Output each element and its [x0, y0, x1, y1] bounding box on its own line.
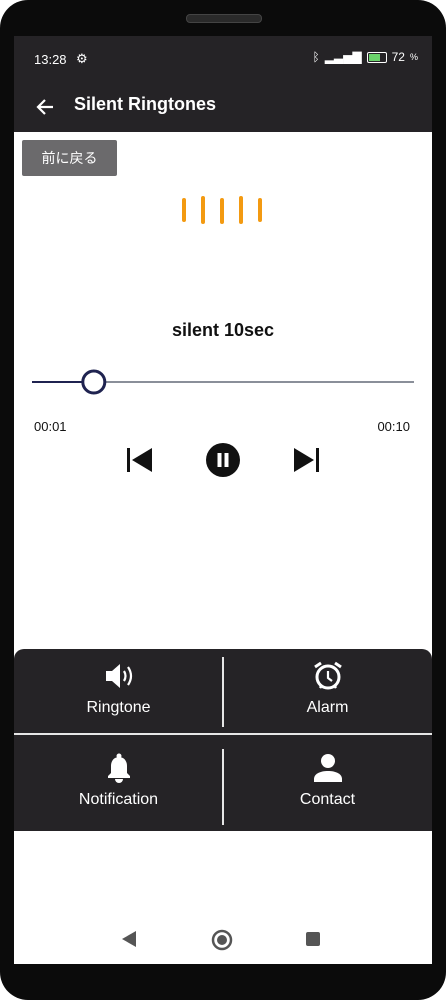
contact-label: Contact	[299, 791, 356, 808]
skip-previous-icon	[127, 448, 152, 472]
next-track-button[interactable]	[290, 440, 324, 480]
pause-button[interactable]	[203, 440, 243, 480]
seek-slider[interactable]	[32, 366, 414, 396]
signal-icon: ▂▃▅▇	[324, 50, 362, 64]
phone-frame: 13:28 ⚙ ᛒ ▂▃▅▇ 72% Silent Ringtones 前に戻る…	[0, 0, 446, 1000]
gear-icon: ⚙	[76, 51, 88, 66]
set-contact-button[interactable]: Contact	[223, 741, 432, 831]
speaker-icon	[104, 661, 134, 691]
nav-home-icon[interactable]	[211, 929, 233, 951]
time-total: 00:10	[377, 419, 410, 434]
set-ringtone-button[interactable]: Ringtone	[14, 649, 223, 739]
app-bar: Silent Ringtones	[14, 82, 432, 132]
set-as-panel: Ringtone Alarm Notification Contact	[14, 649, 432, 831]
bluetooth-icon: ᛒ	[312, 50, 320, 64]
nav-recents-icon[interactable]	[305, 931, 321, 947]
skip-next-icon	[294, 448, 319, 472]
person-icon	[313, 753, 343, 783]
back-arrow-icon[interactable]	[26, 88, 64, 126]
notification-label: Notification	[78, 791, 159, 808]
system-nav-bar	[14, 906, 432, 964]
seek-knob	[81, 369, 107, 395]
set-alarm-button[interactable]: Alarm	[223, 649, 432, 739]
battery-icon	[366, 51, 387, 63]
page-title: Silent Ringtones	[74, 94, 217, 114]
bell-icon	[106, 753, 132, 783]
alarm-label: Alarm	[306, 699, 349, 716]
status-time: 13:28	[34, 52, 67, 67]
alarm-clock-icon	[313, 661, 343, 691]
back-button[interactable]: 前に戻る	[22, 140, 117, 176]
track-title: silent 10sec	[171, 320, 275, 340]
screen: 13:28 ⚙ ᛒ ▂▃▅▇ 72% Silent Ringtones 前に戻る…	[14, 36, 432, 964]
status-icons: ᛒ ▂▃▅▇ 72%	[312, 50, 419, 64]
status-bar: 13:28 ⚙ ᛒ ▂▃▅▇ 72%	[14, 36, 432, 82]
previous-track-button[interactable]	[122, 440, 156, 480]
ringtone-label: Ringtone	[86, 699, 151, 716]
waveform-icon	[182, 196, 262, 224]
pause-icon	[206, 443, 240, 477]
battery-percent: 72	[391, 50, 405, 64]
time-current: 00:01	[34, 419, 67, 434]
earpiece	[186, 14, 262, 23]
nav-back-icon[interactable]	[120, 930, 138, 948]
set-notification-button[interactable]: Notification	[14, 741, 223, 831]
